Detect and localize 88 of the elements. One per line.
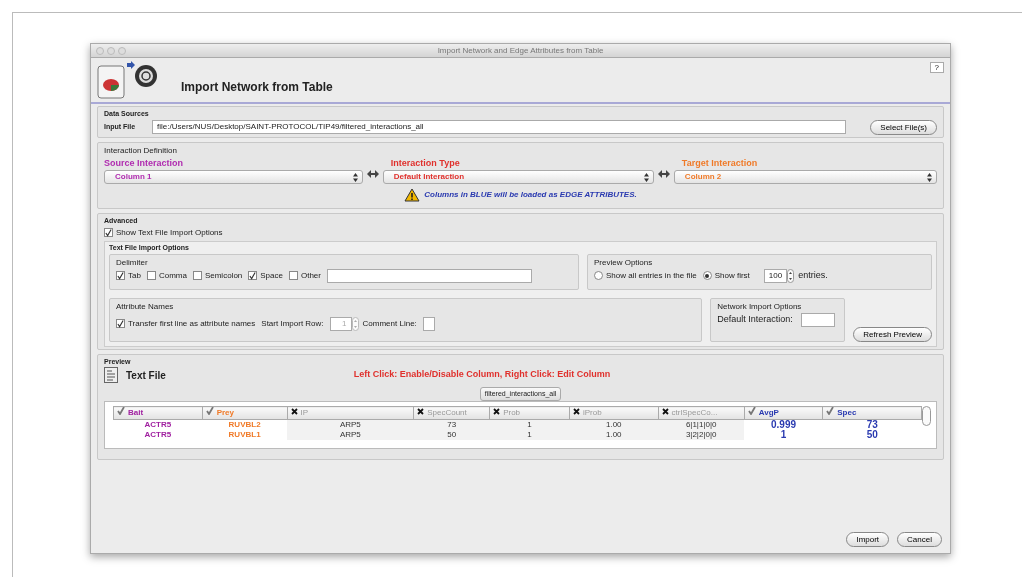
selector-label: Interaction Type [389,156,461,170]
dropdown-arrows-icon [352,172,358,182]
table-cell: ARP5 [287,419,414,430]
checkbox-label: Other [300,269,321,282]
group-label: Network Import Options [717,300,803,313]
checkbox[interactable] [116,319,125,328]
cross-icon[interactable] [290,408,298,415]
column-header[interactable]: Spec [837,408,857,417]
table-cell-text: 50 [865,430,879,440]
table-cell: 1.00 [569,430,659,440]
field-label: Default Interaction: [717,312,793,326]
checkbox-label: Tab [128,269,141,282]
scrollbar-thumb[interactable] [922,406,932,426]
table-cell: 1.00 [569,419,659,430]
dropdown-arrows-icon [927,172,932,182]
field-label: Start Import Row: [261,317,324,330]
suffix-label: entries. [798,268,828,282]
number-field[interactable]: 100 [763,268,788,283]
checkbox[interactable] [248,271,258,280]
warning-icon [404,188,421,202]
table-cell: 1 [744,430,823,440]
selector-label: Target Interaction [680,156,759,170]
cross-icon[interactable] [493,408,501,415]
dropdown-arrows-icon [643,172,649,182]
dropdown[interactable]: Column 1 [104,170,363,184]
dialog-button[interactable]: Cancel [897,532,942,547]
text-field[interactable] [800,312,835,327]
section-label: Interaction Definition [104,144,178,157]
table-cell: 0.999 [744,419,823,430]
radio-button[interactable] [594,271,603,280]
checkbox-label: Semicolon [204,269,243,282]
checkbox[interactable] [104,228,113,237]
double-arrow-icon [366,167,379,181]
table-cell: RUVBL2 [202,419,287,430]
dialog-title: Import Network from Table [181,79,333,96]
table-cell: ACTR5 [113,419,203,430]
table-cell-text: ACTR5 [143,430,173,440]
checkbox[interactable] [288,271,298,280]
cross-icon[interactable] [417,408,425,415]
table-cell: 73 [413,419,490,430]
text-field[interactable] [327,268,532,283]
note-text: Columns in BLUE will be loaded as EDGE ATTRIBUTES. [424,189,637,201]
check-icon[interactable] [205,407,214,415]
select-files-button[interactable]: Select File(s) [870,119,937,135]
window-title: Import Network and Edge Attributes from Table [436,44,605,57]
stepper-icon[interactable] [787,268,795,283]
column-header[interactable]: AvgP [758,408,779,417]
column-header[interactable]: Bait [128,408,144,417]
help-button[interactable]: ? [929,62,944,73]
table-cell: 50 [413,430,490,440]
field-label: Comment Line: [362,317,417,330]
checkbox-label: Transfer first line as attribute names [128,317,256,330]
input-field[interactable]: file:/Users/NUS/Desktop/SAINT-PROTOCOL/TIP49/filtered_interactions_all [152,120,847,134]
group-label: Attribute Names [116,300,175,313]
checkbox[interactable] [116,271,125,280]
checkbox-label: Comma [158,269,187,282]
text-field[interactable] [422,316,435,331]
dialog-button[interactable]: Import [846,532,890,547]
table-cell: RUVBL1 [202,430,287,440]
hint-text: Left Click: Enable/Disable Column, Right Click: Edit Column [353,368,611,382]
stepper-icon[interactable] [351,316,359,331]
check-icon[interactable] [747,407,756,415]
group-label: Delimiter [116,256,149,269]
radio-label: Show all entries in the file [606,269,697,282]
cross-icon[interactable] [572,408,580,415]
cross-icon[interactable] [661,408,669,415]
import-icon [97,60,159,100]
preview-title: Text File [126,368,166,383]
refresh-preview-button[interactable]: Refresh Preview [853,326,932,342]
table-cell: 3|2|2|0|0 [658,430,745,440]
double-arrow-icon [657,167,670,181]
table-cell: 1 [489,430,570,440]
check-icon[interactable] [117,407,125,415]
radio-button[interactable] [702,271,712,280]
checkbox-label: Space [260,269,283,282]
dropdown[interactable]: Default Interaction [382,170,654,184]
table-cell: ARP5 [287,430,414,440]
check-icon[interactable] [826,407,835,415]
checkbox-label: Show Text File Import Options [116,226,223,239]
document-icon [104,367,118,383]
table-cell: 1 [489,419,570,430]
table-cell: 6|1|1|0|0 [658,419,745,430]
table-cell: 73 [822,419,922,430]
group-label: Preview Options [594,256,654,269]
selector-label: Source Interaction [104,156,185,170]
radio-label: Show first [714,269,750,282]
checkbox[interactable] [146,271,156,280]
checkbox[interactable] [192,271,202,280]
